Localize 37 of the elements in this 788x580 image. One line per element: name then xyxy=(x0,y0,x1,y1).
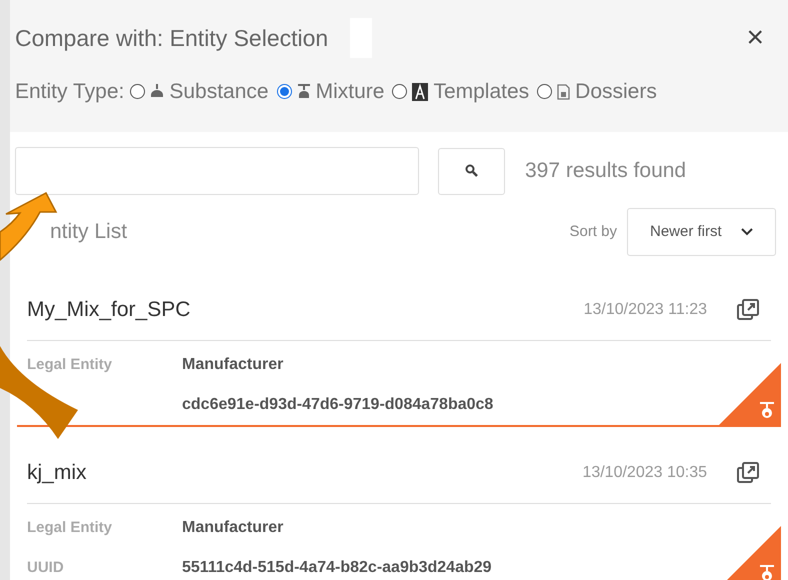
results-count: 397 results found xyxy=(525,158,686,184)
template-icon xyxy=(412,82,428,101)
field-label: UUID xyxy=(27,559,64,576)
sort-dropdown[interactable]: Newer first xyxy=(627,208,776,256)
chevron-down-icon xyxy=(741,228,753,236)
radio-label: Dossiers xyxy=(575,79,657,105)
flask-icon xyxy=(759,564,775,580)
close-button[interactable]: × xyxy=(746,23,764,53)
field-value: Manufacturer xyxy=(182,355,284,375)
radio-button[interactable] xyxy=(276,84,292,100)
field-label: Legal Entity xyxy=(27,356,112,373)
flask-icon xyxy=(150,84,164,100)
field-label: Legal Entity xyxy=(27,519,112,536)
sort-label: Sort by xyxy=(569,222,617,242)
entity-date: 13/10/2023 10:35 xyxy=(582,463,707,483)
field-value: cdc6e91e-d93d-47d6-9719-d084a78ba0c8 xyxy=(182,395,494,415)
document-icon xyxy=(557,84,570,100)
entity-type-label: Entity Type: xyxy=(15,79,124,105)
flask-icon xyxy=(759,401,775,419)
search-field[interactable] xyxy=(15,147,419,195)
flask-icon xyxy=(296,84,311,100)
entity-date: 13/10/2023 11:23 xyxy=(584,300,707,320)
radio-button[interactable] xyxy=(392,84,408,100)
open-external-icon[interactable] xyxy=(737,299,759,321)
radio-button[interactable] xyxy=(130,84,146,100)
field-value: Manufacturer xyxy=(182,518,284,538)
radio-button[interactable] xyxy=(537,84,552,100)
radio-label: Substance xyxy=(169,79,269,105)
search-icon xyxy=(464,164,478,178)
open-external-icon[interactable] xyxy=(737,462,759,484)
dialog-title: Compare with: Entity Selection xyxy=(15,24,328,53)
list-heading: ntity List xyxy=(50,219,128,246)
entity-name: My_Mix_for_SPC xyxy=(27,297,190,324)
radio-label: Templates xyxy=(433,79,530,105)
radio-label: Mixture xyxy=(316,79,384,105)
entity-name: kj_mix xyxy=(27,460,87,486)
field-value: 55111c4d-515d-4a74-b82c-aa9b3d24ab29 xyxy=(182,558,492,578)
